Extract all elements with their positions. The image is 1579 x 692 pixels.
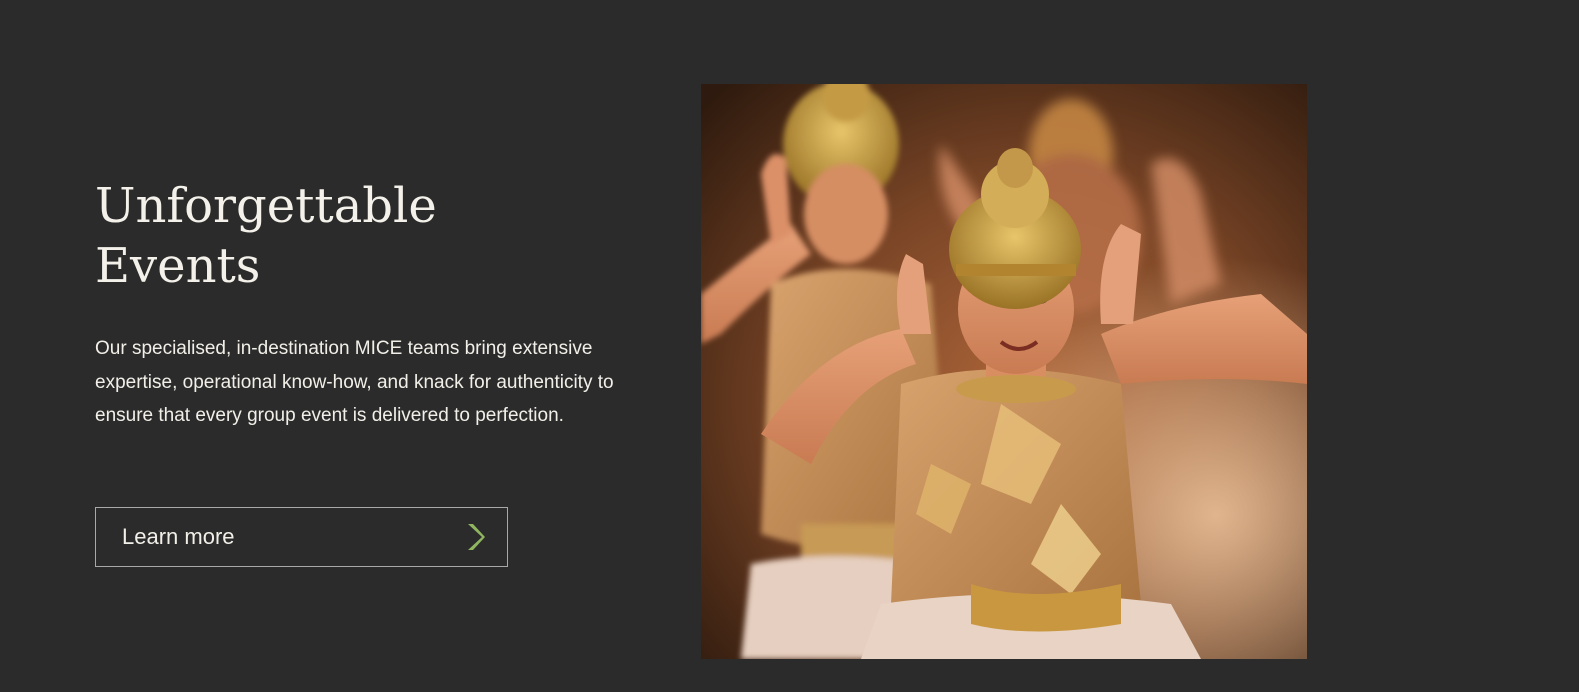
section-title-line-1: Unforgettable (95, 178, 437, 234)
learn-more-label: Learn more (122, 524, 235, 549)
section-title-line-2: Events (95, 238, 261, 294)
dancers-illustration (701, 84, 1307, 659)
learn-more-button[interactable]: Learn more (95, 507, 508, 567)
dancers-photo (701, 84, 1307, 659)
section-title: Unforgettable Events (95, 176, 515, 296)
events-section: Unforgettable Events Our specialised, in… (0, 0, 1579, 692)
section-description: Our specialised, in-destination MICE tea… (95, 338, 614, 426)
chevron-right-icon (468, 524, 485, 550)
